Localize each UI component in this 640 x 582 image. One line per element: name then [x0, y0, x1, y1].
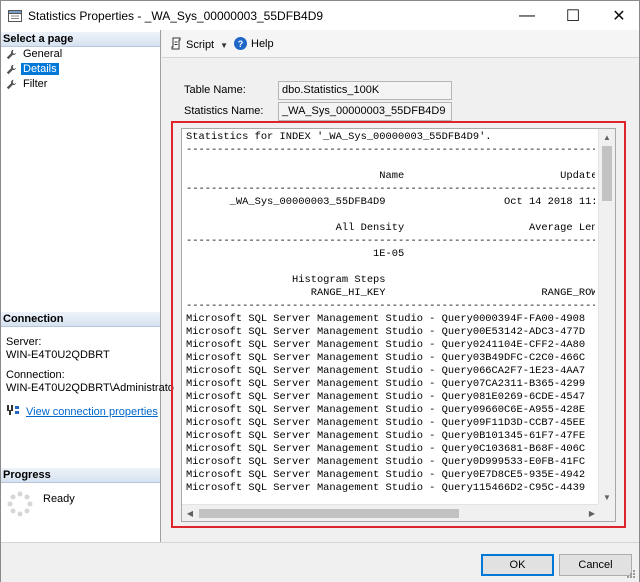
close-icon: ✕ [612, 8, 626, 25]
view-connection-properties-link[interactable]: View connection properties [6, 404, 158, 419]
details-text-line [186, 261, 595, 274]
details-text-line: Microsoft SQL Server Management Studio -… [186, 313, 586, 325]
close-button[interactable]: ✕ [596, 1, 640, 31]
details-text-line: Microsoft SQL Server Management Studio -… [186, 365, 586, 377]
details-text-line: Name Updated [186, 170, 595, 182]
server-value: WIN-E4T0U2QDBRT [6, 349, 110, 361]
progress-header: Progress [1, 468, 160, 483]
connection-label: Connection: [6, 369, 65, 381]
wrench-icon [4, 48, 18, 60]
connection-header: Connection [1, 312, 160, 327]
chevron-down-icon[interactable]: ▼ [220, 41, 228, 50]
table-name-label: Table Name: [184, 84, 246, 96]
scroll-up-icon[interactable]: ▲ [599, 129, 615, 145]
progress-status: Ready [43, 493, 75, 505]
statistics-details-textarea[interactable]: Statistics for INDEX '_WA_Sys_00000003_5… [181, 128, 616, 522]
cancel-button[interactable]: Cancel [559, 554, 632, 576]
progress-spinner-icon [6, 490, 34, 518]
title-bar: Statistics Properties - _WA_Sys_00000003… [0, 0, 640, 30]
page-general-label: General [23, 48, 63, 60]
help-label: Help [251, 37, 274, 50]
details-text-line: Microsoft SQL Server Management Studio -… [186, 456, 586, 468]
statistics-window-icon [8, 9, 22, 23]
details-text-line: _WA_Sys_00000003_55DFB4D9 Oct 14 2018 11… [186, 196, 595, 208]
details-text-line: Microsoft SQL Server Management Studio -… [186, 378, 586, 390]
script-icon [170, 37, 182, 53]
statistics-name-label: Statistics Name: [184, 105, 264, 117]
select-page-header: Select a page [1, 32, 160, 47]
view-connection-properties-label[interactable]: View connection properties [26, 406, 158, 418]
details-text-line: Microsoft SQL Server Management Studio -… [186, 339, 586, 351]
details-text-line [186, 157, 595, 170]
details-text-line: 1E-05 82 [186, 248, 595, 260]
script-button[interactable]: Script ▼ [170, 37, 228, 53]
details-text-line: Microsoft SQL Server Management Studio -… [186, 326, 586, 338]
details-text-line: Statistics for INDEX '_WA_Sys_00000003_5… [186, 131, 492, 143]
vertical-scroll-thumb[interactable] [602, 146, 612, 201]
connection-properties-icon [6, 404, 20, 419]
horizontal-scroll-thumb[interactable] [199, 509, 459, 518]
details-text-line: Microsoft SQL Server Management Studio -… [186, 352, 586, 364]
left-pane: Select a page General Details Filter Con… [1, 30, 174, 542]
details-text-line: Microsoft SQL Server Management Studio -… [186, 391, 586, 403]
help-button[interactable]: ? Help [234, 37, 274, 50]
scroll-down-icon[interactable]: ▼ [599, 489, 615, 505]
window-title: Statistics Properties - _WA_Sys_00000003… [28, 9, 324, 23]
page-details-label: Details [21, 63, 59, 75]
server-label: Server: [6, 336, 42, 348]
details-text-line: Histogram Steps [186, 274, 386, 286]
details-text-line: Microsoft SQL Server Management Studio -… [186, 430, 586, 442]
maximize-icon: ☐ [565, 8, 581, 25]
scroll-left-icon[interactable]: ◀ [182, 505, 198, 521]
horizontal-scrollbar[interactable]: ◀ ▶ [182, 504, 600, 521]
page-details[interactable]: Details [4, 62, 59, 76]
details-text-line: Microsoft SQL Server Management Studio -… [186, 469, 586, 481]
page-filter[interactable]: Filter [4, 77, 49, 91]
maximize-button[interactable]: ☐ [550, 1, 596, 31]
details-text-line: Microsoft SQL Server Management Studio -… [186, 404, 586, 416]
statistics-name-field[interactable]: _WA_Sys_00000003_55DFB4D9 [278, 102, 452, 121]
toolbar: Script ▼ ? Help [162, 30, 639, 58]
resize-grip-icon[interactable] [626, 569, 636, 579]
page-general[interactable]: General [4, 47, 64, 61]
vertical-scrollbar[interactable]: ▲ ▼ [598, 129, 615, 505]
wrench-icon [4, 63, 18, 75]
details-text-line: ----------------------------------------… [186, 300, 595, 312]
scroll-corner [598, 504, 615, 521]
details-text-line: ----------------------------------------… [186, 235, 595, 247]
details-text-line [186, 209, 595, 222]
table-name-field[interactable]: dbo.Statistics_100K [278, 81, 452, 100]
details-text-line: Microsoft SQL Server Management Studio -… [186, 443, 586, 455]
button-bar: OK Cancel [1, 542, 639, 582]
details-text-line: Microsoft SQL Server Management Studio -… [186, 417, 586, 429]
wrench-icon [4, 78, 18, 90]
page-filter-label: Filter [23, 78, 48, 90]
details-text-line: All Density Average Length [186, 222, 595, 234]
script-label: Script [186, 39, 215, 51]
details-text-line: Microsoft SQL Server Management Studio -… [186, 482, 586, 494]
ok-button[interactable]: OK [481, 554, 554, 576]
connection-value: WIN-E4T0U2QDBRT\Administrato [6, 382, 174, 394]
help-icon: ? [234, 37, 247, 50]
minimize-button[interactable]: — [504, 1, 550, 31]
dialog-frame: Select a page General Details Filter Con… [0, 30, 640, 582]
statistics-details-text: Statistics for INDEX '_WA_Sys_00000003_5… [186, 131, 595, 501]
details-text-line: ----------------------------------------… [186, 183, 595, 195]
details-text-line: ----------------------------------------… [186, 144, 595, 156]
minimize-icon: — [519, 7, 535, 24]
details-text-line: RANGE_HI_KEY RANGE_ROWS [186, 287, 595, 299]
